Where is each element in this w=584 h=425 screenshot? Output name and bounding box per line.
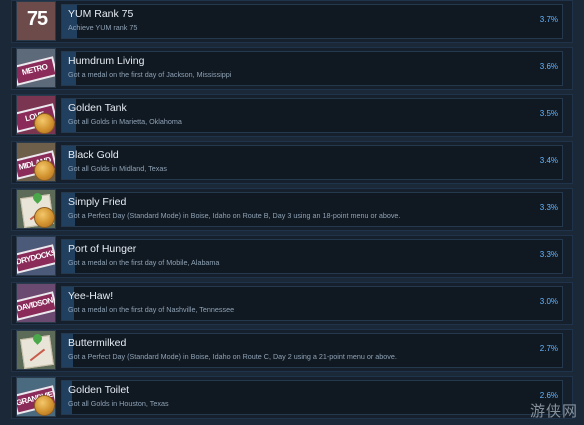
- achievement-title: YUM Rank 75: [68, 8, 134, 20]
- achievement-description: Got a medal on the first day of Nashvill…: [68, 305, 235, 314]
- progress-bar: [61, 380, 563, 415]
- achievement-row[interactable]: Buttermilked Got a Perfect Day (Standard …: [11, 329, 573, 372]
- achievement-title: Buttermilked: [68, 337, 127, 349]
- unlock-percentage: 3.0%: [539, 297, 558, 306]
- achievement-row[interactable]: METRO CENTRAL Humdrum Living Got a medal o…: [11, 47, 573, 90]
- achievement-description: Got a medal on the first day of Mobile, …: [68, 258, 220, 267]
- houston-plate-medal-icon: GRANDVIEW: [16, 377, 56, 417]
- unlock-percentage: 2.6%: [539, 391, 558, 400]
- gold-medal-icon: [34, 113, 55, 134]
- progress-bar: [61, 239, 563, 274]
- unlock-percentage: 3.5%: [539, 109, 558, 118]
- gold-medal-icon: [34, 395, 55, 416]
- gold-medal-icon: [34, 160, 55, 181]
- mobile-plate-icon: DRYDOCKS: [16, 236, 56, 276]
- site-watermark: 游侠网: [529, 402, 578, 420]
- jackson-plate-icon: METRO CENTRAL: [16, 48, 56, 88]
- achievement-row[interactable]: DRYDOCKS Port of Hunger Got a medal on the…: [11, 235, 573, 278]
- achievement-description: Got a Perfect Day (Standard Mode) in Boi…: [68, 211, 401, 220]
- achievement-title: Humdrum Living: [68, 55, 145, 67]
- progress-bar: [61, 4, 563, 39]
- unlock-percentage: 3.6%: [539, 62, 558, 71]
- achievement-description: Got all Golds in Houston, Texas: [68, 399, 169, 408]
- progress-bar: [61, 286, 563, 321]
- rank-75-icon: 75: [16, 1, 56, 41]
- achievement-row[interactable]: GRANDVIEW Golden Toilet Got all Golds in H…: [11, 376, 573, 419]
- achievement-title: Port of Hunger: [68, 243, 137, 255]
- unlock-percentage: 3.4%: [539, 156, 558, 165]
- progress-bar: [61, 98, 563, 133]
- achievement-description: Got all Golds in Marietta, Oklahoma: [68, 117, 182, 126]
- unlock-percentage: 3.3%: [539, 250, 558, 259]
- achievement-title: Golden Tank: [68, 102, 127, 114]
- progress-bar: [61, 333, 563, 368]
- achievement-row[interactable]: Simply Fried Got a Perfect Day (Standard …: [11, 188, 573, 231]
- boise-map-medal-icon: [16, 189, 56, 229]
- license-plate-graphic: DAVIDSON COUNTY: [17, 291, 55, 321]
- progress-bar: [61, 145, 563, 180]
- achievement-row[interactable]: 75 YUM Rank 75 Achieve YUM rank 75 3.7%: [11, 0, 573, 43]
- achievement-row[interactable]: MIDLAND Black Gold Got all Golds in Midlan…: [11, 141, 573, 184]
- achievement-list: 75 YUM Rank 75 Achieve YUM rank 75 3.7% METR…: [0, 0, 584, 425]
- midland-plate-medal-icon: MIDLAND: [16, 142, 56, 182]
- achievement-title: Golden Toilet: [68, 384, 130, 396]
- achievement-description: Got all Golds in Midland, Texas: [68, 164, 167, 173]
- progress-bar: [61, 192, 563, 227]
- unlock-percentage: 2.7%: [539, 344, 558, 353]
- achievement-description: Got a Perfect Day (Standard Mode) in Boi…: [68, 352, 397, 361]
- gold-medal-icon: [34, 207, 55, 228]
- boise-map-icon: [16, 330, 56, 370]
- marietta-plate-medal-icon: LOVE COUNTY: [16, 95, 56, 135]
- achievement-title: Yee-Haw!: [68, 290, 114, 302]
- achievement-description: Achieve YUM rank 75: [68, 23, 138, 32]
- rank-number-text: 75: [26, 8, 48, 30]
- license-plate-graphic: METRO CENTRAL: [17, 56, 55, 86]
- unlock-percentage: 3.7%: [539, 15, 558, 24]
- achievement-row[interactable]: LOVE COUNTY Golden Tank Got all Golds in M…: [11, 94, 573, 137]
- achievement-title: Black Gold: [68, 149, 119, 161]
- nashville-plate-icon: DAVIDSON COUNTY: [16, 283, 56, 323]
- achievement-title: Simply Fried: [68, 196, 127, 208]
- unlock-percentage: 3.3%: [539, 203, 558, 212]
- license-plate-graphic: DRYDOCKS: [17, 244, 55, 274]
- achievement-description: Got a medal on the first day of Jackson,…: [68, 70, 232, 79]
- achievement-row[interactable]: DAVIDSON COUNTY Yee-Haw! Got a medal on th…: [11, 282, 573, 325]
